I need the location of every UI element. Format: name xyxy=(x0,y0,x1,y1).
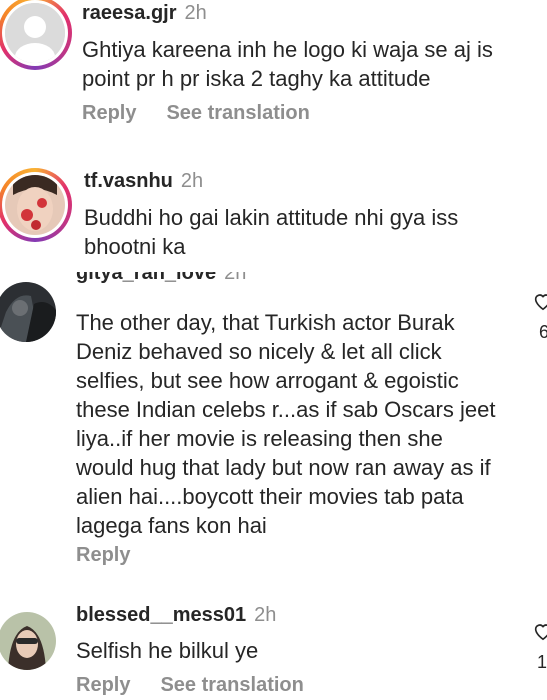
comment-item: blessed__mess01 2h Selfish he bilkul ye R… xyxy=(0,598,547,700)
avatar[interactable] xyxy=(0,282,56,342)
comment-item: raeesa.gjr 2h Ghtiya kareena inh he logo … xyxy=(0,0,547,140)
user-photo xyxy=(5,175,65,235)
comment-item: gitya_ran_iove 2h The other day, that Tur… xyxy=(0,270,547,580)
avatar[interactable] xyxy=(0,168,72,242)
like-count: 1 xyxy=(537,652,547,672)
comment-time: 2h xyxy=(184,2,207,24)
comment-username[interactable]: gitya_ran_iove 2h xyxy=(76,272,246,292)
see-translation-button[interactable]: See translation xyxy=(160,674,303,696)
avatar[interactable] xyxy=(0,612,56,670)
heart-icon[interactable] xyxy=(532,290,547,312)
comment-text: Selfish he bilkul ye xyxy=(76,638,259,663)
comment-username[interactable]: tf.vasnhu 2h xyxy=(84,170,203,193)
comment-username[interactable]: raeesa.gjr 2h xyxy=(82,2,207,25)
comment-time: 2h xyxy=(180,170,204,192)
reply-button[interactable]: Reply xyxy=(82,102,136,124)
comment-time: 2h xyxy=(254,604,277,626)
comment-username[interactable]: blessed__mess01 2h xyxy=(76,604,276,627)
reply-button[interactable]: Reply xyxy=(76,674,130,696)
comment-text: The other day, that Turkish actor Burak … xyxy=(76,310,496,538)
comment-item: tf.vasnhu 2h Buddhi ho gai lakin attitude… xyxy=(0,160,547,260)
reply-button[interactable]: Reply xyxy=(76,544,130,566)
comment-time: 2h xyxy=(224,272,247,284)
user-photo xyxy=(0,612,56,670)
see-translation-button[interactable]: See translation xyxy=(166,102,309,124)
avatar[interactable] xyxy=(0,0,72,70)
heart-icon[interactable] xyxy=(532,620,547,642)
comment-text: Ghtiya kareena inh he logo ki waja se aj… xyxy=(82,37,493,91)
user-photo xyxy=(0,282,56,342)
like-count: 6 xyxy=(539,322,547,342)
comment-text: Buddhi ho gai lakin attitude nhi gya iss… xyxy=(84,205,459,259)
default-user-icon xyxy=(5,3,65,63)
